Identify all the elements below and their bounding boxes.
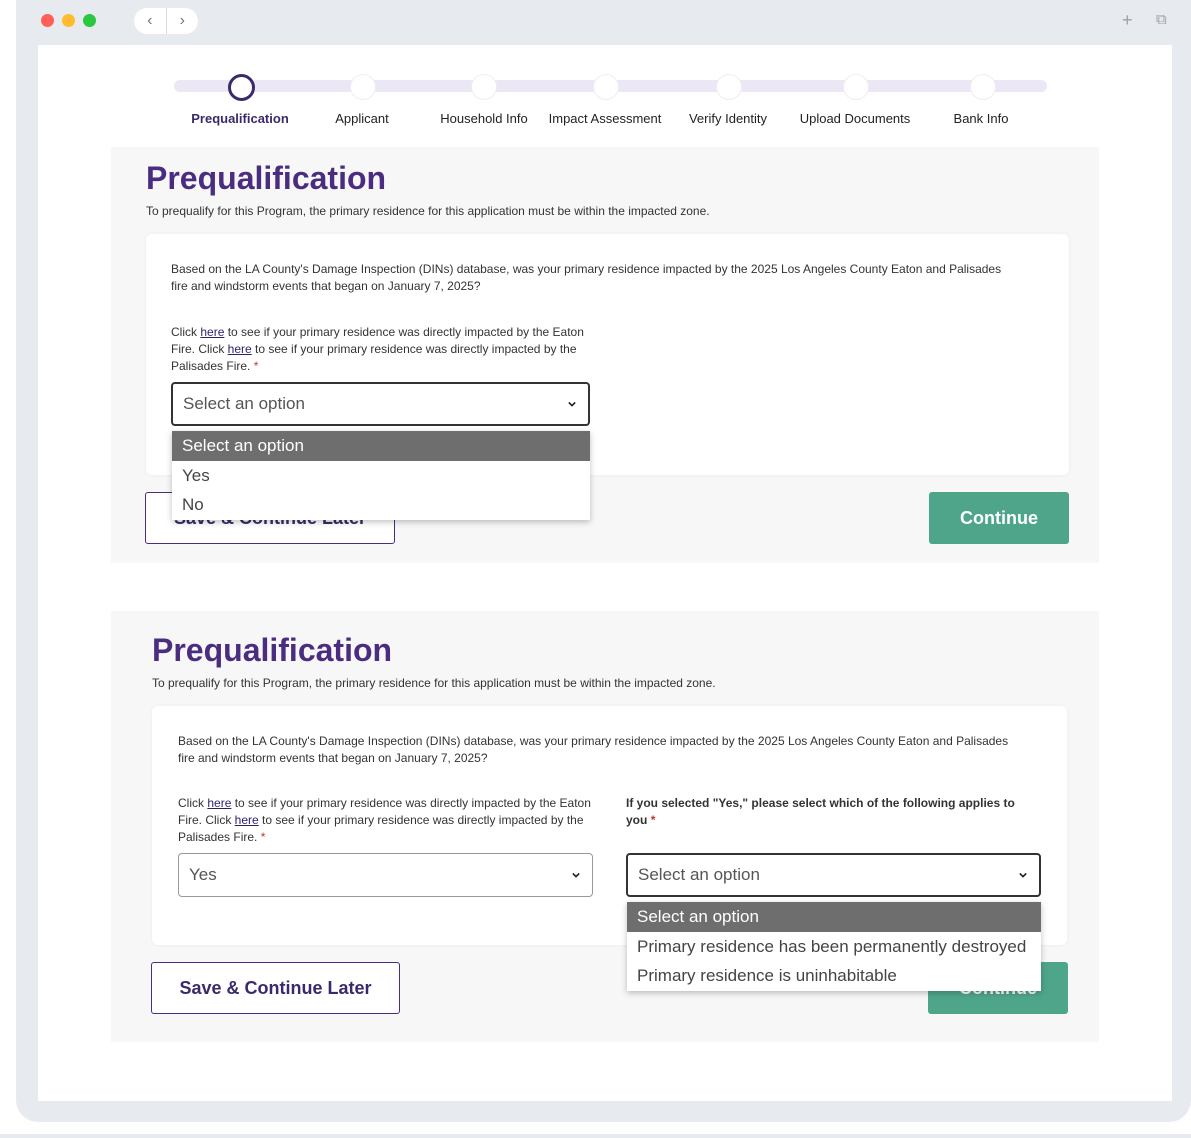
- impact-question: Based on the LA County's Damage Inspecti…: [178, 734, 1009, 765]
- option-permanently-destroyed[interactable]: Primary residence has been permanently d…: [627, 932, 1041, 962]
- impact-dropdown-list: Select an option Yes No: [172, 431, 590, 520]
- chevron-down-icon: [572, 872, 580, 878]
- page-title: Prequalification: [146, 160, 387, 196]
- page-title: Prequalification: [152, 632, 393, 668]
- impact-select-value: Select an option: [183, 394, 305, 413]
- step-applicant-marker[interactable]: [350, 74, 376, 100]
- impact-select[interactable]: Select an option: [171, 382, 590, 426]
- step-upload-marker[interactable]: [843, 74, 869, 100]
- eaton-fire-link[interactable]: here: [200, 325, 224, 339]
- chevron-down-icon: [568, 401, 576, 407]
- save-continue-later-button[interactable]: Save & Continue Later: [151, 962, 400, 1014]
- step-impact-marker[interactable]: [593, 74, 619, 100]
- minimize-window-icon[interactable]: [62, 14, 75, 27]
- lookup-instructions: Click here to see if your primary reside…: [171, 325, 584, 373]
- page-subtitle: To prequalify for this Program, the prim…: [152, 676, 716, 690]
- step-label-applicant[interactable]: Applicant: [335, 111, 388, 126]
- window-icon[interactable]: ⧉: [1156, 10, 1167, 30]
- required-marker: *: [260, 830, 266, 844]
- impact-question: Based on the LA County's Damage Inspecti…: [171, 262, 1002, 293]
- step-label-household[interactable]: Household Info: [440, 111, 527, 126]
- maximize-window-icon[interactable]: [83, 14, 96, 27]
- option-no[interactable]: No: [172, 490, 590, 520]
- step-prequalification-marker[interactable]: [228, 74, 255, 101]
- option-select-an-option[interactable]: Select an option: [172, 431, 590, 461]
- close-window-icon[interactable]: [41, 14, 54, 27]
- step-label-verify[interactable]: Verify Identity: [689, 111, 767, 126]
- chevron-down-icon: [1019, 872, 1027, 878]
- palisades-fire-link[interactable]: here: [235, 813, 259, 827]
- step-label-bank[interactable]: Bank Info: [954, 111, 1009, 126]
- impact-select[interactable]: Yes: [178, 853, 593, 897]
- impact-select-value: Yes: [189, 865, 217, 884]
- damage-type-dropdown-list: Select an option Primary residence has b…: [627, 902, 1041, 991]
- option-select-an-option[interactable]: Select an option: [627, 902, 1041, 932]
- step-label-impact[interactable]: Impact Assessment: [549, 111, 662, 126]
- required-marker: *: [253, 359, 259, 373]
- forward-icon[interactable]: ›: [167, 8, 199, 34]
- bottom-divider: [0, 1134, 1191, 1138]
- step-label-prequalification[interactable]: Prequalification: [191, 111, 289, 126]
- page-subtitle: To prequalify for this Program, the prim…: [146, 204, 710, 218]
- lookup-instructions: Click here to see if your primary reside…: [178, 796, 591, 844]
- step-verify-marker[interactable]: [716, 74, 742, 100]
- palisades-fire-link[interactable]: here: [228, 342, 252, 356]
- option-yes[interactable]: Yes: [172, 461, 590, 491]
- damage-type-select[interactable]: Select an option: [626, 853, 1041, 897]
- continue-button[interactable]: Continue: [929, 492, 1069, 544]
- damage-type-select-value: Select an option: [638, 865, 760, 884]
- required-marker: *: [650, 813, 656, 827]
- back-icon[interactable]: ‹: [134, 8, 167, 34]
- step-household-marker[interactable]: [471, 74, 497, 100]
- step-bank-marker[interactable]: [970, 74, 996, 100]
- option-uninhabitable[interactable]: Primary residence is uninhabitable: [627, 961, 1041, 991]
- eaton-fire-link[interactable]: here: [207, 796, 231, 810]
- followup-label: If you selected "Yes," please select whi…: [626, 796, 1015, 827]
- new-tab-icon[interactable]: +: [1122, 10, 1133, 30]
- step-label-upload[interactable]: Upload Documents: [800, 111, 911, 126]
- history-nav: ‹ ›: [134, 8, 198, 34]
